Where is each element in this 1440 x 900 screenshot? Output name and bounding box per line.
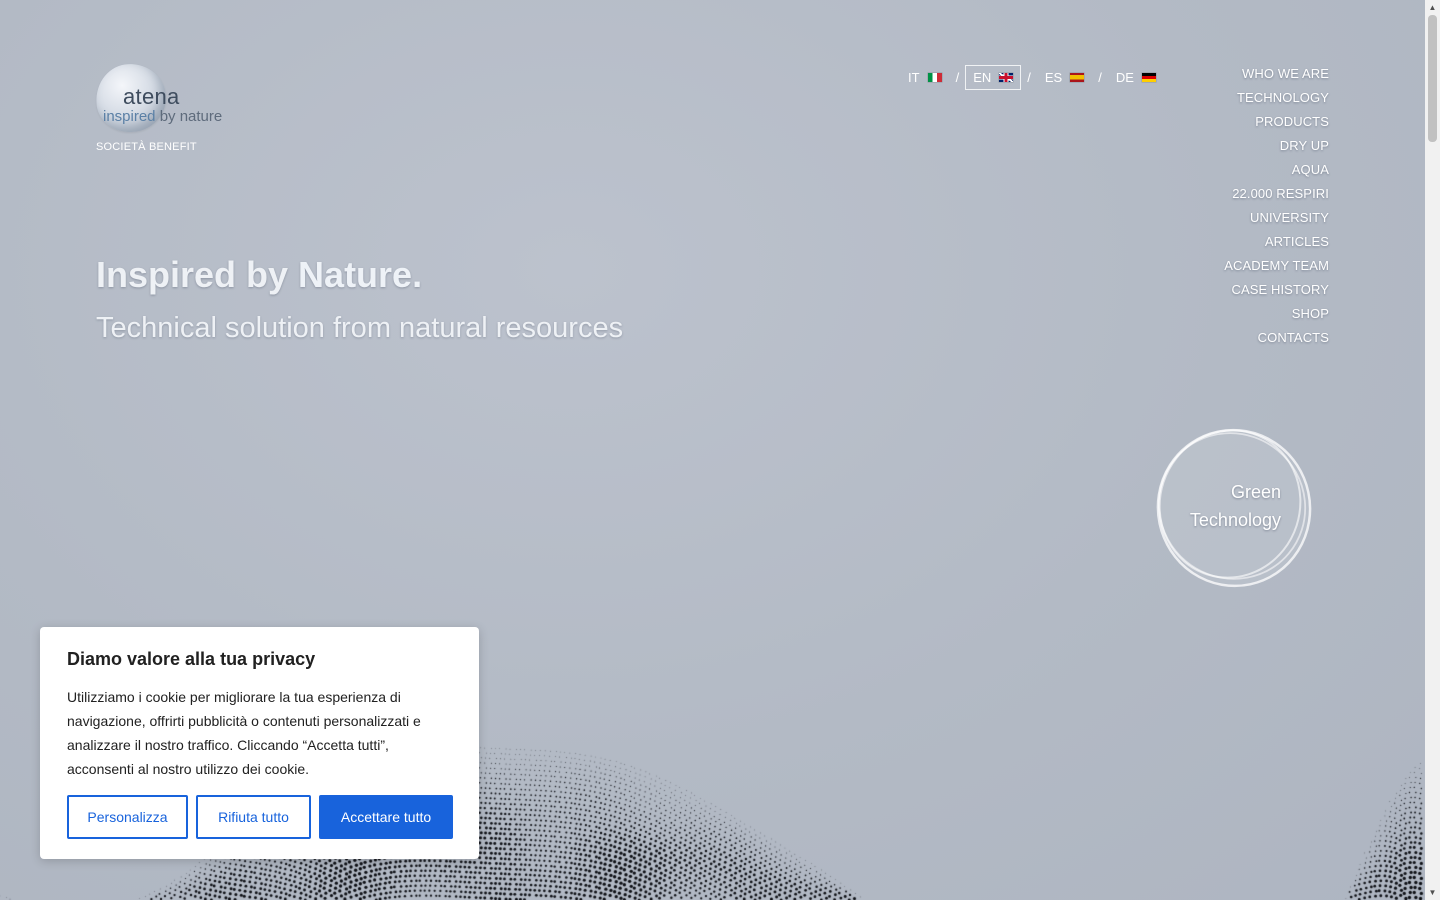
accept-all-button[interactable]: Accettare tutto [319,795,453,839]
nav-university[interactable]: UNIVERSITY [1224,208,1329,232]
atena-logo[interactable]: atena inspired by nature SOCIETÀ BENEFIT [91,59,246,159]
nav-aqua[interactable]: AQUA [1224,160,1329,184]
page: atena inspired by nature SOCIETÀ BENEFIT… [0,0,1440,900]
hero-title: Inspired by Nature. [96,254,422,296]
reject-all-button[interactable]: Rifiuta tutto [196,795,311,839]
green-technology-badge[interactable]: Green Technology [1148,424,1316,588]
hero-title-part1: Inspired by [96,254,299,295]
nav-technology[interactable]: TECHNOLOGY [1224,88,1329,112]
logo-name: atena [123,84,180,109]
hero-title-part2: Nature. [298,254,423,295]
nav-shop[interactable]: SHOP [1224,304,1329,328]
logo-tagline: inspired by nature [103,108,222,125]
lang-code: IT [908,69,920,85]
lang-de[interactable]: DE [1108,65,1164,90]
cookie-consent-banner: Diamo valore alla tua privacy Utilizziam… [40,627,479,859]
nav-products[interactable]: PRODUCTS [1224,112,1329,136]
badge-line-1: Green [1230,482,1281,502]
cookie-text: Utilizziamo i cookie per migliorare la t… [67,689,421,777]
germany-flag-icon [1141,72,1156,82]
page-scrollbar[interactable]: ▲ ▼ [1425,0,1440,900]
italy-flag-icon [927,72,942,82]
logo-tagline-rest: by nature [155,108,223,125]
lang-code: EN [973,69,992,85]
nav-contacts[interactable]: CONTACTS [1224,328,1329,352]
main-nav: WHO WE ARE TECHNOLOGY PRODUCTS DRY UP AQ… [1224,64,1329,352]
lang-code: DE [1115,69,1134,85]
lang-separator: / [1027,69,1031,85]
lang-code: ES [1044,69,1063,85]
nav-academy-team[interactable]: ACADEMY TEAM [1224,256,1329,280]
lang-separator: / [1098,69,1102,85]
scroll-up-arrow-icon[interactable]: ▲ [1425,0,1440,15]
customize-button[interactable]: Personalizza [67,795,188,839]
spain-flag-icon [1070,72,1085,82]
hero-section: atena inspired by nature SOCIETÀ BENEFIT… [0,0,1425,900]
nav-who-we-are[interactable]: WHO WE ARE [1224,64,1329,88]
nav-22000-respiri[interactable]: 22.000 RESPIRI [1224,184,1329,208]
badge-text: Green Technology [1190,478,1281,534]
lang-es[interactable]: ES [1037,65,1092,90]
badge-line-2: Technology [1189,510,1281,530]
logo-tagline-highlight: inspired [103,108,156,125]
lang-it[interactable]: IT [900,65,950,90]
logo-subtitle: SOCIETÀ BENEFIT [96,141,197,153]
lang-en[interactable]: EN [965,64,1022,90]
nav-case-history[interactable]: CASE HISTORY [1224,280,1329,304]
scroll-down-arrow-icon[interactable]: ▼ [1425,885,1440,900]
uk-flag-icon [999,72,1014,82]
nav-dry-up[interactable]: DRY UP [1224,136,1329,160]
cookie-title: Diamo valore alla tua privacy [67,649,316,669]
cookie-actions: Personalizza Rifiuta tutto Accettare tut… [67,795,453,839]
hero-subtitle: Technical solution from natural resource… [96,312,624,344]
nav-articles[interactable]: ARTICLES [1224,232,1329,256]
lang-separator: / [955,69,960,85]
scroll-thumb[interactable] [1428,15,1437,142]
language-switcher: IT / EN / ES / DE [900,64,1164,90]
